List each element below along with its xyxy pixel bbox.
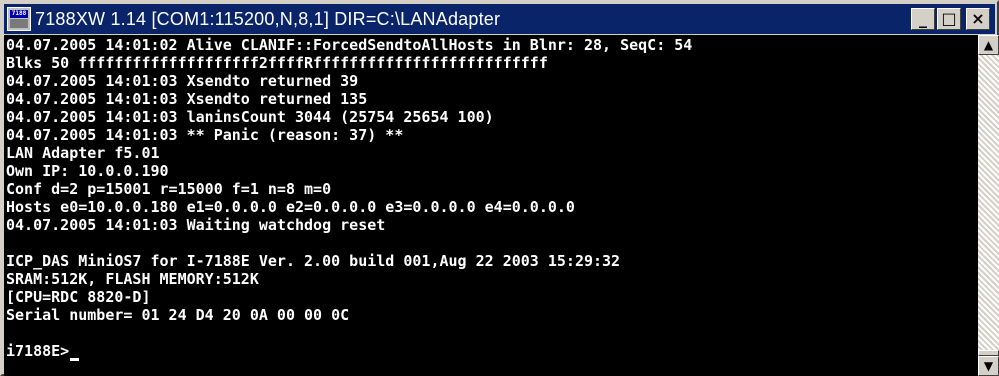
console-line: Hosts e0=10.0.0.180 e1=0.0.0.0 e2=0.0.0.… — [6, 198, 575, 216]
app-icon-screen — [10, 19, 28, 28]
command-prompt[interactable]: i7188E> — [6, 342, 80, 361]
console-line: 04.07.2005 14:01:03 ** Panic (reason: 37… — [6, 126, 404, 144]
terminal-window: 7188 7188XW 1.14 [COM1:115200,N,8,1] DIR… — [0, 0, 999, 376]
app-icon-label: 7188 — [10, 10, 28, 18]
console-line: Conf d=2 p=15001 r=15000 f=1 n=8 m=0 — [6, 180, 332, 198]
console-line: LAN Adapter f5.01 — [6, 144, 160, 162]
maximize-button[interactable]: □ — [937, 8, 961, 30]
console-line: SRAM:512K, FLASH MEMORY:512K — [6, 270, 259, 288]
text-cursor — [70, 358, 80, 361]
close-button[interactable]: × — [966, 8, 990, 30]
terminal-output[interactable]: 04.07.2005 14:01:02 Alive CLANIF::Forced… — [4, 35, 978, 376]
scroll-up-button[interactable]: ▲ — [978, 35, 999, 55]
scroll-down-button[interactable]: ▼ — [978, 356, 999, 376]
prompt-text: i7188E> — [6, 342, 70, 360]
console-line: 04.07.2005 14:01:03 laninsCount 3044 (25… — [6, 108, 494, 126]
console-line: 04.07.2005 14:01:03 Waiting watchdog res… — [6, 216, 386, 234]
title-bar[interactable]: 7188 7188XW 1.14 [COM1:115200,N,8,1] DIR… — [4, 4, 995, 34]
console-line: Own IP: 10.0.0.190 — [6, 162, 169, 180]
console-line: 04.07.2005 14:01:03 Xsendto returned 39 — [6, 72, 359, 90]
vertical-scrollbar[interactable]: ▲ ▼ — [978, 35, 999, 376]
console-line: Blks 50 ffffffffffffffffffff2ffffRffffff… — [6, 54, 548, 72]
minimize-button[interactable]: _ — [911, 8, 935, 30]
console-line: [CPU=RDC 8820-D] — [6, 288, 151, 306]
console-line: ICP_DAS MiniOS7 for I-7188E Ver. 2.00 bu… — [6, 252, 621, 270]
window-title: 7188XW 1.14 [COM1:115200,N,8,1] DIR=C:\L… — [35, 8, 501, 29]
console-line: 04.07.2005 14:01:03 Xsendto returned 135 — [6, 90, 368, 108]
console-line: 04.07.2005 14:01:02 Alive CLANIF::Forced… — [6, 36, 693, 54]
console-line: Serial number= 01 24 D4 20 0A 00 00 0C — [6, 306, 350, 324]
app-icon[interactable]: 7188 — [7, 7, 31, 31]
